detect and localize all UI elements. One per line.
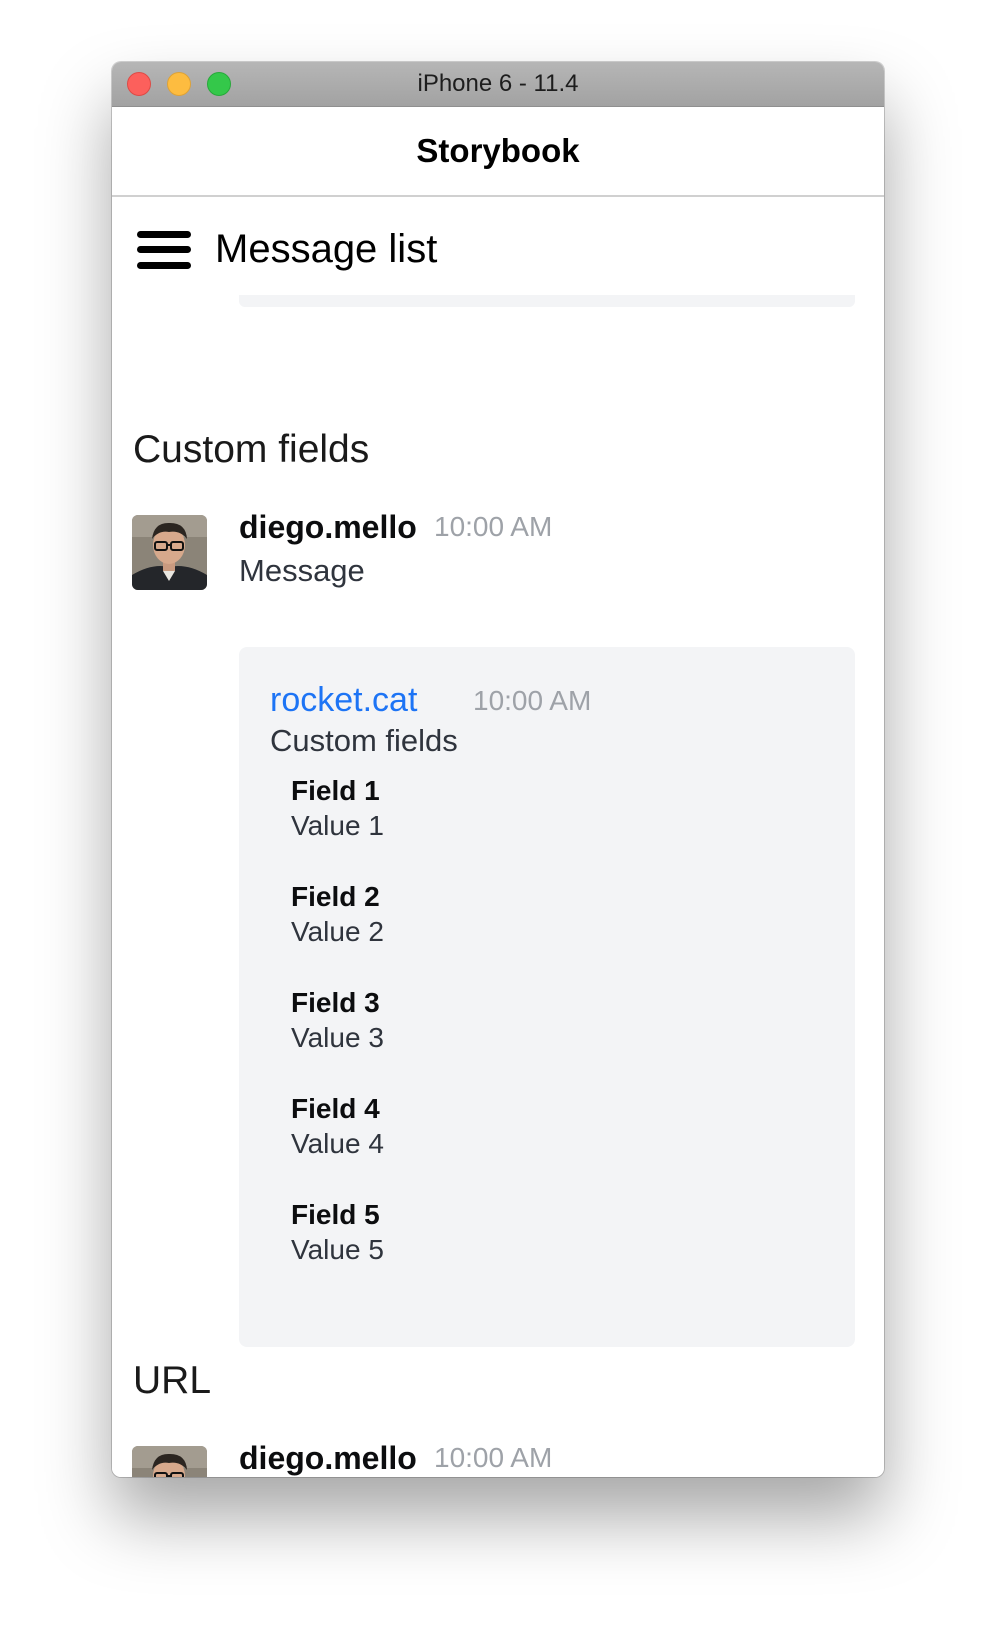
attachment-time: 10:00 AM [473,685,592,716]
attachment-text: Custom fields [270,723,458,758]
field-title: Field 5 [291,1199,380,1230]
message-username[interactable]: diego.mello [239,505,417,549]
message-time: 10:00 AM [434,1442,553,1473]
message-list-content[interactable]: Message list Custom fields diego.mello 1… [112,197,884,1477]
attachment-card[interactable]: rocket.cat 10:00 AM Custom fields Field … [239,647,855,1347]
previous-attachment-bottom [239,295,855,307]
field-value: Value 2 [291,916,384,947]
field-value: Value 5 [291,1234,384,1265]
field-value: Value 3 [291,1022,384,1053]
attachment-field: Field 4 Value 4 [291,1091,384,1162]
field-title: Field 3 [291,987,380,1018]
simulator-window: iPhone 6 - 11.4 Storybook Message list C… [112,62,884,1477]
field-title: Field 2 [291,881,380,912]
attachment-field: Field 3 Value 3 [291,985,384,1056]
field-title: Field 1 [291,775,380,806]
message-time: 10:00 AM [434,511,553,542]
hamburger-menu-icon[interactable] [137,231,191,269]
attachment-field: Field 5 Value 5 [291,1197,384,1268]
field-title: Field 4 [291,1093,380,1124]
field-value: Value 1 [291,810,384,841]
attachment-field: Field 1 Value 1 [291,773,384,844]
message-username[interactable]: diego.mello [239,1436,417,1477]
window-titlebar: iPhone 6 - 11.4 [112,62,884,107]
avatar[interactable] [132,515,207,590]
attachment-field: Field 2 Value 2 [291,879,384,950]
window-title: iPhone 6 - 11.4 [417,70,579,97]
field-value: Value 4 [291,1128,384,1159]
attachment-author-link[interactable]: rocket.cat [270,677,417,723]
navigation-bar: Storybook [112,107,884,197]
section-title-url: URL [133,1359,212,1402]
section-title-custom-fields: Custom fields [133,428,370,471]
avatar[interactable] [132,1446,207,1477]
message-text: Message [239,553,365,588]
header-title: Message list [215,227,438,271]
nav-title: Storybook [416,132,580,169]
